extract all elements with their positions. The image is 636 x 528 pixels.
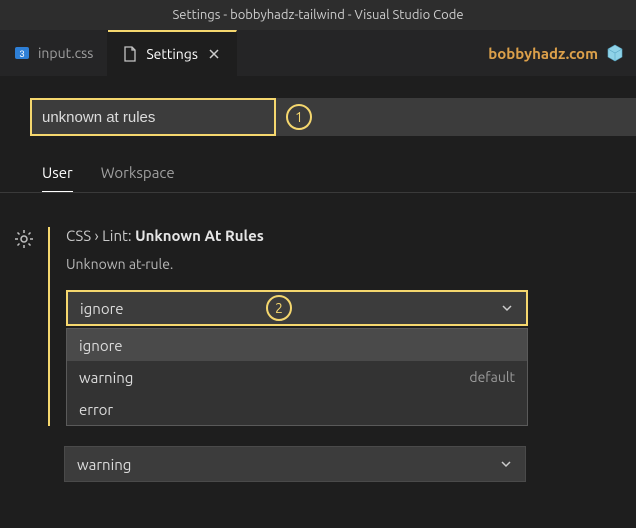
default-label: default — [469, 369, 515, 385]
window-title: Settings - bobbyhadz-tailwind - Visual S… — [172, 8, 463, 22]
tab-label: input.css — [38, 45, 93, 61]
cube-icon — [606, 44, 624, 62]
setting-breadcrumb: CSS › Lint: — [66, 227, 132, 244]
setting-row: CSS › Lint: Unknown At Rules Unknown at-… — [0, 193, 636, 426]
dropdown-option-warning[interactable]: warning default — [67, 361, 527, 393]
window-titlebar: Settings - bobbyhadz-tailwind - Visual S… — [0, 0, 636, 30]
brand-text: bobbyhadz.com — [488, 45, 598, 62]
option-label: ignore — [79, 337, 123, 354]
setting-dropdown: ignore warning default error — [66, 328, 528, 426]
setting-body: CSS › Lint: Unknown At Rules Unknown at-… — [48, 227, 636, 426]
setting-name: Unknown At Rules — [135, 227, 264, 244]
tab-settings[interactable]: Settings — [108, 30, 237, 76]
settings-search-input[interactable] — [30, 98, 276, 136]
tab-label: Settings — [146, 46, 198, 62]
select-value: warning — [77, 456, 131, 473]
setting-description: Unknown at-rule. — [66, 256, 636, 272]
tab-input-css[interactable]: 3 input.css — [0, 30, 108, 76]
annotation-1: 1 — [286, 104, 312, 130]
tab-bar: 3 input.css Settings bobbyhadz.com — [0, 30, 636, 76]
secondary-select[interactable]: warning — [64, 446, 526, 482]
search-row: 1 — [0, 76, 636, 136]
select-value: ignore — [80, 300, 124, 317]
brand-link[interactable]: bobbyhadz.com — [488, 30, 624, 76]
secondary-select-row: warning — [0, 446, 636, 482]
scope-tab-user[interactable]: User — [42, 164, 73, 192]
svg-text:3: 3 — [19, 49, 24, 59]
settings-file-icon — [122, 46, 138, 62]
setting-select[interactable]: ignore — [66, 290, 528, 326]
gear-icon[interactable] — [14, 229, 34, 249]
setting-select-wrap: ignore 2 ignore warning default — [66, 290, 636, 426]
css-file-icon: 3 — [14, 45, 30, 61]
setting-title: CSS › Lint: Unknown At Rules — [66, 227, 636, 244]
chevron-down-icon — [500, 301, 514, 315]
annotation-2: 2 — [266, 295, 292, 321]
scope-tabs: User Workspace — [0, 136, 636, 193]
option-label: warning — [79, 369, 133, 386]
dropdown-option-ignore[interactable]: ignore — [67, 329, 527, 361]
chevron-down-icon — [499, 457, 513, 471]
option-label: error — [79, 401, 113, 418]
settings-editor: 1 User Workspace CSS › Lint: Unknown At … — [0, 76, 636, 482]
scope-tab-workspace[interactable]: Workspace — [101, 164, 175, 192]
close-icon[interactable] — [206, 46, 222, 62]
dropdown-option-error[interactable]: error — [67, 393, 527, 425]
